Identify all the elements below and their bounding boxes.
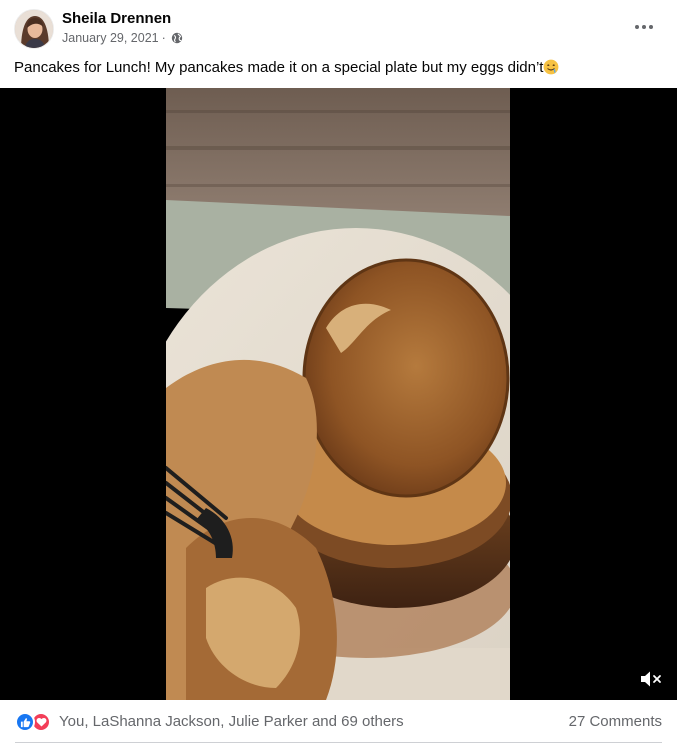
more-dots-icon xyxy=(635,25,653,29)
author-name[interactable]: Sheila Drennen xyxy=(62,10,171,27)
post-date[interactable]: January 29, 2021 xyxy=(62,31,159,45)
video-player[interactable] xyxy=(0,88,677,700)
meta-separator: · xyxy=(161,31,166,45)
mute-toggle-button[interactable] xyxy=(636,666,666,692)
globe-icon[interactable] xyxy=(171,32,183,44)
post-meta: January 29, 2021 · xyxy=(62,31,183,45)
post-text: Pancakes for Lunch! My pancakes made it … xyxy=(14,59,559,76)
more-options-button[interactable] xyxy=(626,13,662,41)
drooling-face-emoji-icon xyxy=(543,59,559,75)
comments-count-link[interactable]: 27 Comments xyxy=(569,713,662,730)
author-avatar[interactable] xyxy=(14,9,54,49)
pancake-video-frame[interactable] xyxy=(166,88,510,700)
post-text-content: Pancakes for Lunch! My pancakes made it … xyxy=(14,59,544,76)
like-reaction-icon xyxy=(15,712,35,732)
reaction-icons[interactable] xyxy=(15,712,53,732)
speaker-muted-icon xyxy=(641,671,661,687)
reactors-summary[interactable]: You, LaShanna Jackson, Julie Parker and … xyxy=(59,713,404,730)
post-footer: You, LaShanna Jackson, Julie Parker and … xyxy=(0,700,677,743)
post-header: Sheila Drennen January 29, 2021 · xyxy=(0,0,677,58)
